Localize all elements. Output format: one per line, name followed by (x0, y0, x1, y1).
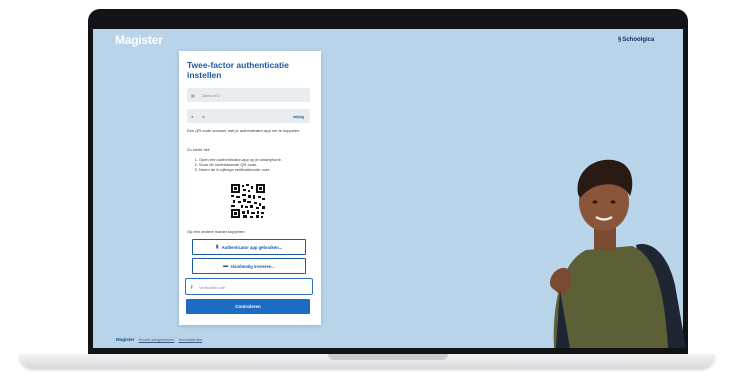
page-title: Twee-factor authenticatie instellen (187, 60, 289, 80)
keyboard-icon: ▬ (223, 263, 229, 269)
building-icon: ▦ (191, 93, 195, 98)
partner-mark-icon: § (618, 37, 622, 43)
footer-brand: Magister (116, 337, 135, 342)
footer-link[interactable]: Voorwaarden (179, 337, 203, 342)
footer: Magister Snoek aangedreven Voorwaarden (116, 337, 205, 342)
other-method-label: Op een andere manier koppelen: (187, 229, 246, 234)
user-icon: ● (191, 114, 194, 119)
step-item: Neem de 6-cijferige verificatiecode over… (199, 167, 282, 172)
partner-logo: §Schoolgica (618, 37, 655, 43)
how-label: Zo werkt het: (187, 147, 211, 152)
phone-icon: ▮ (215, 244, 219, 250)
key-icon: ⚷ (190, 284, 194, 289)
student-photo (549, 159, 686, 348)
laptop-notch (328, 354, 448, 360)
footer-link[interactable]: Snoek aangedreven (139, 337, 175, 342)
qr-code (231, 184, 265, 218)
brand-logo: Magister. (115, 33, 166, 47)
school-field: ▦ Demo VO (187, 88, 310, 102)
intro-text: Een QR-code scanner met je authenticator… (187, 128, 301, 133)
login-card: Twee-factor authenticatie instellen ▦ De… (179, 51, 321, 325)
verification-code-input[interactable]: ⚷ Verificatiecode (185, 278, 313, 295)
manual-entry-button[interactable]: ▬ Handmatig invoeren... (192, 258, 306, 274)
edit-user-link[interactable]: wijzig (293, 114, 304, 119)
steps-list: Open een authenticator-app op je smartph… (193, 157, 282, 172)
submit-button[interactable]: Controleren (186, 299, 310, 314)
authenticator-app-button[interactable]: ▮ Authenticator app gebruiken... (192, 239, 306, 255)
user-field: ● ai wijzig (187, 109, 310, 123)
